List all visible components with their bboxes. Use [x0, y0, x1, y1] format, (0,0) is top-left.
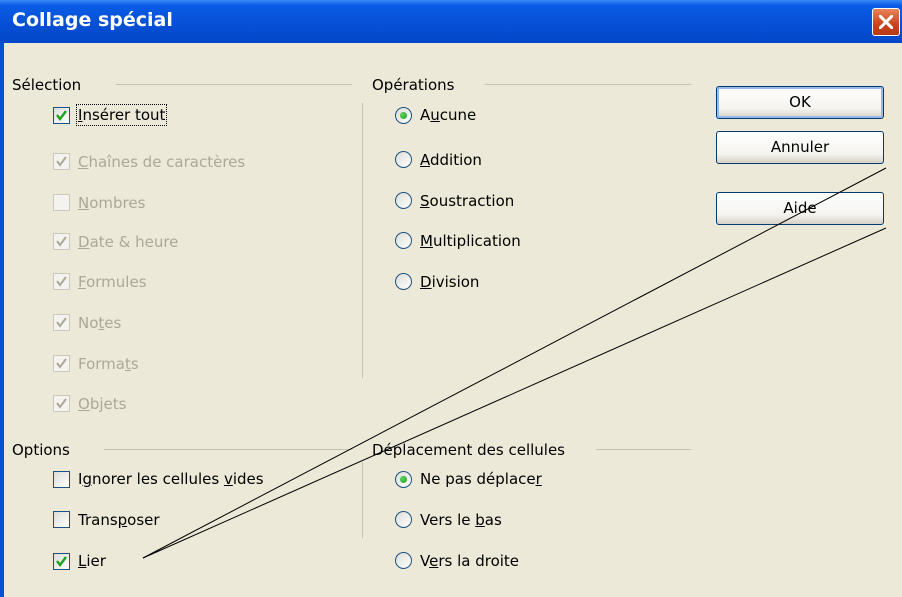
selection-legend: Sélection: [12, 76, 82, 94]
notes-checkbox[interactable]: [53, 314, 70, 331]
formats-checkbox[interactable]: [53, 355, 70, 372]
check-icon: [56, 156, 67, 167]
radio-no-shift[interactable]: [395, 471, 412, 488]
options-legend: Options: [12, 441, 70, 459]
datetime-label[interactable]: Date & heure: [78, 233, 178, 251]
radio-subtraction[interactable]: [395, 192, 412, 209]
shift-legend: Déplacement des cellules: [372, 441, 565, 459]
transpose-checkbox[interactable]: [53, 511, 70, 528]
help-button[interactable]: Aide: [716, 192, 884, 225]
radio-addition-label[interactable]: Addition: [420, 151, 482, 169]
radio-multiplication[interactable]: [395, 232, 412, 249]
numbers-checkbox[interactable]: [53, 194, 70, 211]
check-icon: [56, 556, 67, 567]
link-label[interactable]: Lier: [78, 552, 106, 570]
check-icon: [56, 398, 67, 409]
objects-label[interactable]: Objets: [78, 395, 126, 413]
link-checkbox[interactable]: [53, 553, 70, 570]
check-icon: [56, 358, 67, 369]
notes-label[interactable]: Notes: [78, 314, 121, 332]
radio-addition[interactable]: [395, 151, 412, 168]
radio-none-label[interactable]: Aucune: [420, 106, 476, 124]
radio-shift-right[interactable]: [395, 552, 412, 569]
radio-division-label[interactable]: Division: [420, 273, 479, 291]
shift-separator: [596, 449, 691, 450]
ok-button[interactable]: OK: [716, 86, 884, 119]
column-divider-bottom: [362, 462, 363, 538]
check-icon: [56, 236, 67, 247]
check-icon: [56, 317, 67, 328]
column-divider-top: [362, 103, 363, 378]
strings-label[interactable]: Chaînes de caractères: [78, 153, 245, 171]
objects-checkbox[interactable]: [53, 395, 70, 412]
formulas-label[interactable]: Formules: [78, 273, 147, 291]
close-button[interactable]: [872, 8, 900, 36]
options-separator: [104, 449, 352, 450]
close-icon: [879, 15, 893, 29]
radio-division[interactable]: [395, 273, 412, 290]
radio-shift-down-label[interactable]: Vers le bas: [420, 511, 502, 529]
insert-all-checkbox[interactable]: [53, 107, 70, 124]
radio-no-shift-label[interactable]: Ne pas déplacer: [420, 470, 542, 488]
numbers-label[interactable]: Nombres: [78, 194, 145, 212]
formulas-checkbox[interactable]: [53, 273, 70, 290]
title-bar: Collage spécial: [0, 0, 902, 43]
skip-empty-label[interactable]: Ignorer les cellules vides: [78, 470, 264, 488]
window-title: Collage spécial: [12, 9, 173, 31]
transpose-label[interactable]: Transposer: [78, 511, 160, 529]
operations-legend: Opérations: [372, 76, 455, 94]
radio-shift-down[interactable]: [395, 511, 412, 528]
radio-none[interactable]: [395, 107, 412, 124]
radio-subtraction-label[interactable]: Soustraction: [420, 192, 514, 210]
skip-empty-checkbox[interactable]: [53, 471, 70, 488]
operations-separator: [485, 84, 691, 85]
formats-label[interactable]: Formats: [78, 355, 139, 373]
datetime-checkbox[interactable]: [53, 233, 70, 250]
strings-checkbox[interactable]: [53, 153, 70, 170]
selection-separator: [116, 84, 352, 85]
insert-all-label[interactable]: Insérer tout: [75, 104, 168, 126]
check-icon: [56, 276, 67, 287]
radio-multiplication-label[interactable]: Multiplication: [420, 232, 521, 250]
radio-shift-right-label[interactable]: Vers la droite: [420, 552, 519, 570]
cancel-button[interactable]: Annuler: [716, 131, 884, 164]
check-icon: [56, 110, 67, 121]
